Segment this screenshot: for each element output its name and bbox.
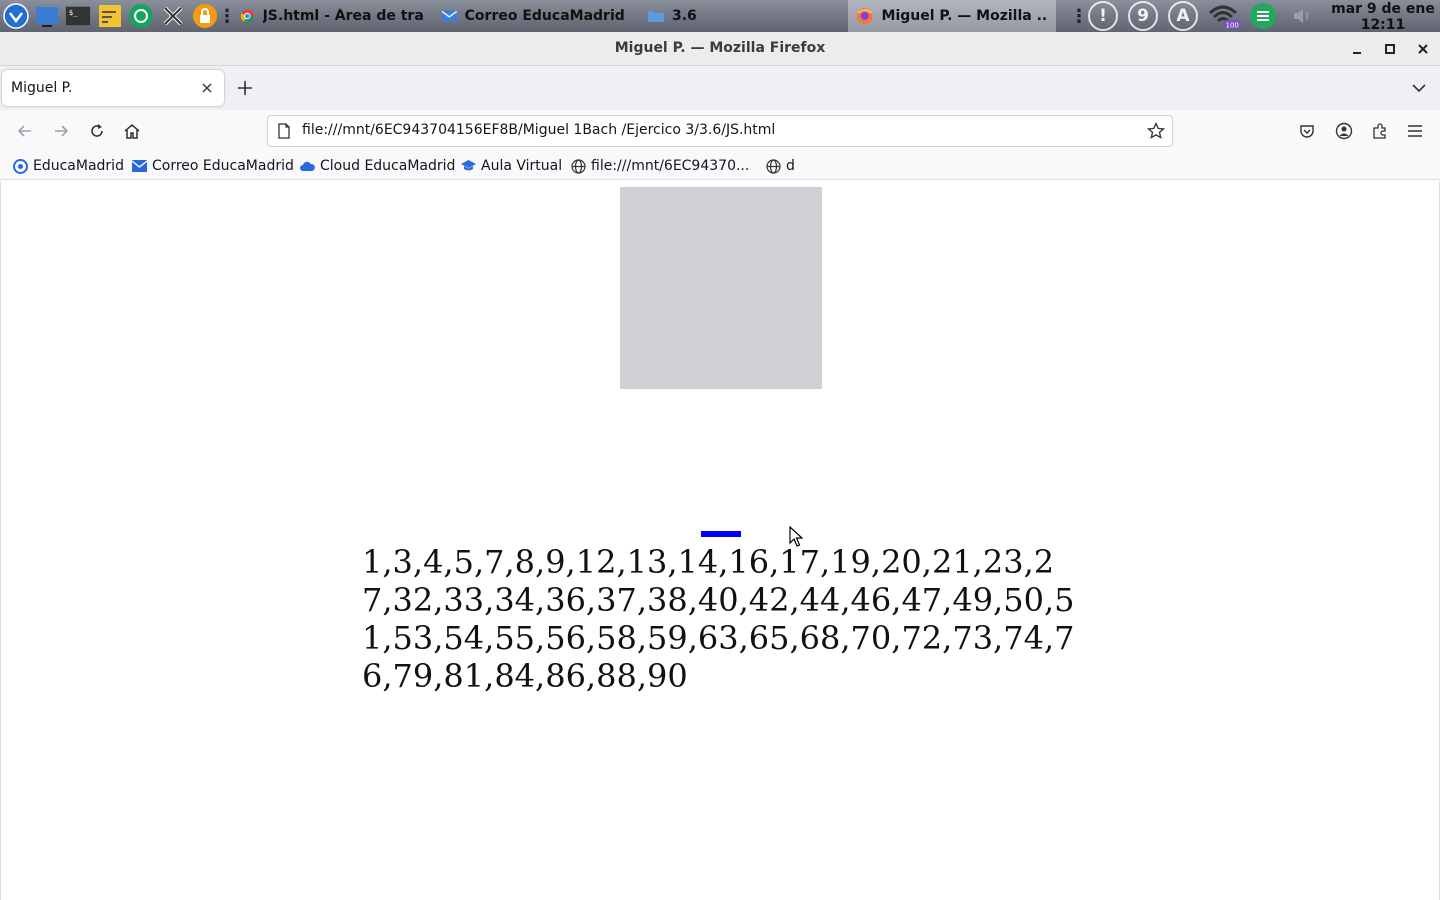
clock[interactable]: mar 9 de ene 12:11 [1330, 1, 1436, 33]
numbers-output: 1,3,4,5,7,8,9,12,13,14,16,17,19,20,21,23… [362, 543, 1075, 695]
globe-icon [571, 158, 586, 174]
page-content: 1,3,4,5,7,8,9,12,13,14,16,17,19,20,21,23… [0, 181, 1440, 900]
account-icon[interactable] [1332, 119, 1356, 143]
pocket-icon[interactable] [1295, 119, 1319, 143]
chevron-down-icon[interactable] [1408, 77, 1430, 99]
os-taskbar: $_ ⋮ JS.html - Área de tra... Correo Edu… [0, 0, 1440, 33]
bookmark-correo[interactable]: Correo EducaMadrid [132, 156, 294, 176]
close-tab-icon[interactable] [198, 79, 216, 97]
home-icon[interactable] [120, 119, 144, 143]
task-folder[interactable]: 3.6 [640, 0, 760, 32]
notes-icon[interactable] [97, 3, 123, 29]
extensions-icon[interactable] [1368, 119, 1392, 143]
tab-strip: Miguel P. [0, 66, 1440, 110]
firefox-icon [856, 8, 873, 24]
tray-number-icon[interactable]: 9 [1128, 1, 1158, 31]
shutter-icon[interactable] [128, 3, 154, 29]
task-js-html[interactable]: JS.html - Área de tra... [232, 0, 432, 32]
more-launchers-icon[interactable]: ⋮ [218, 3, 236, 29]
bookmark-file[interactable]: file:///mnt/6EC94370... [571, 156, 749, 176]
window-title: Miguel P. — Mozilla Firefox [614, 40, 826, 56]
window-titlebar[interactable]: Miguel P. — Mozilla Firefox [0, 32, 1440, 66]
folder-icon [648, 11, 664, 22]
mail-icon [442, 10, 457, 22]
more-tray-icon[interactable]: ⋮ [1070, 3, 1088, 29]
tray-letter-icon[interactable]: A [1168, 1, 1198, 31]
info-circle-icon[interactable]: ! [1088, 1, 1118, 31]
terminal-icon[interactable]: $_ [65, 3, 91, 29]
task-label: Correo EducaMadrid... [464, 8, 626, 24]
menu-icon[interactable] [1403, 119, 1427, 143]
nav-bar: file:///mnt/6EC943704156EF8B/Miguel 1Bac… [0, 110, 1440, 152]
bookmark-cloud[interactable]: Cloud EducaMadrid [300, 156, 455, 176]
new-tab-icon[interactable] [234, 77, 256, 99]
close-x-app-icon[interactable] [160, 3, 186, 29]
clock-time: 12:11 [1360, 17, 1406, 33]
bookmark-label: Cloud EducaMadrid [320, 158, 456, 174]
bookmark-label: EducaMadrid [33, 158, 124, 174]
url-text[interactable]: file:///mnt/6EC943704156EF8B/Miguel 1Bac… [302, 122, 775, 138]
bookmark-educamadrid[interactable]: EducaMadrid [13, 156, 124, 176]
mail-icon [132, 159, 147, 174]
bookmark-label: d [786, 158, 795, 174]
back-icon[interactable] [13, 119, 37, 143]
minimize-icon[interactable] [1347, 39, 1367, 59]
battery-level: 100 [1226, 22, 1239, 30]
url-bar[interactable]: file:///mnt/6EC943704156EF8B/Miguel 1Bac… [267, 115, 1173, 147]
task-label: Miguel P. — Mozilla ... [881, 8, 1048, 24]
maximize-icon[interactable] [1380, 39, 1400, 59]
forward-icon[interactable] [49, 119, 73, 143]
bookmarks-toolbar: EducaMadrid Correo EducaMadrid Cloud Edu… [0, 152, 1440, 180]
app-menu-icon[interactable] [3, 3, 29, 29]
tab-label: Miguel P. [11, 80, 73, 96]
svg-text:$_: $_ [69, 8, 78, 17]
educamadrid-icon [13, 158, 28, 174]
bookmark-aula-virtual[interactable]: Aula Virtual [461, 156, 562, 176]
lock-icon[interactable] [192, 3, 218, 29]
volume-icon[interactable] [1292, 3, 1314, 29]
cloud-icon [300, 159, 315, 174]
tab-miguel[interactable]: Miguel P. [2, 70, 224, 106]
sync-icon[interactable] [1249, 3, 1277, 29]
task-label: JS.html - Área de tra... [262, 8, 424, 24]
clock-date: mar 9 de ene [1331, 1, 1435, 17]
reload-icon[interactable] [85, 119, 109, 143]
bookmark-label: Correo EducaMadrid [152, 158, 294, 174]
mouse-cursor-icon [789, 525, 804, 548]
task-firefox[interactable]: Miguel P. — Mozilla ... [848, 0, 1056, 32]
blue-bar [701, 531, 741, 537]
chrome-icon [240, 9, 254, 23]
bookmark-label: Aula Virtual [481, 158, 563, 174]
task-correo[interactable]: Correo EducaMadrid... [434, 0, 634, 32]
page-icon [276, 123, 292, 139]
task-label: 3.6 [672, 8, 697, 24]
wifi-icon[interactable]: 100 [1208, 3, 1240, 29]
globe-icon [766, 158, 781, 174]
desktop-icon[interactable] [34, 3, 60, 29]
bookmark-label: file:///mnt/6EC94370... [591, 158, 750, 174]
gray-box[interactable] [620, 187, 822, 389]
bookmark-star-icon[interactable] [1146, 121, 1166, 141]
close-window-icon[interactable] [1413, 39, 1433, 59]
graduation-cap-icon [461, 159, 476, 174]
bookmark-d[interactable]: d [766, 156, 795, 176]
